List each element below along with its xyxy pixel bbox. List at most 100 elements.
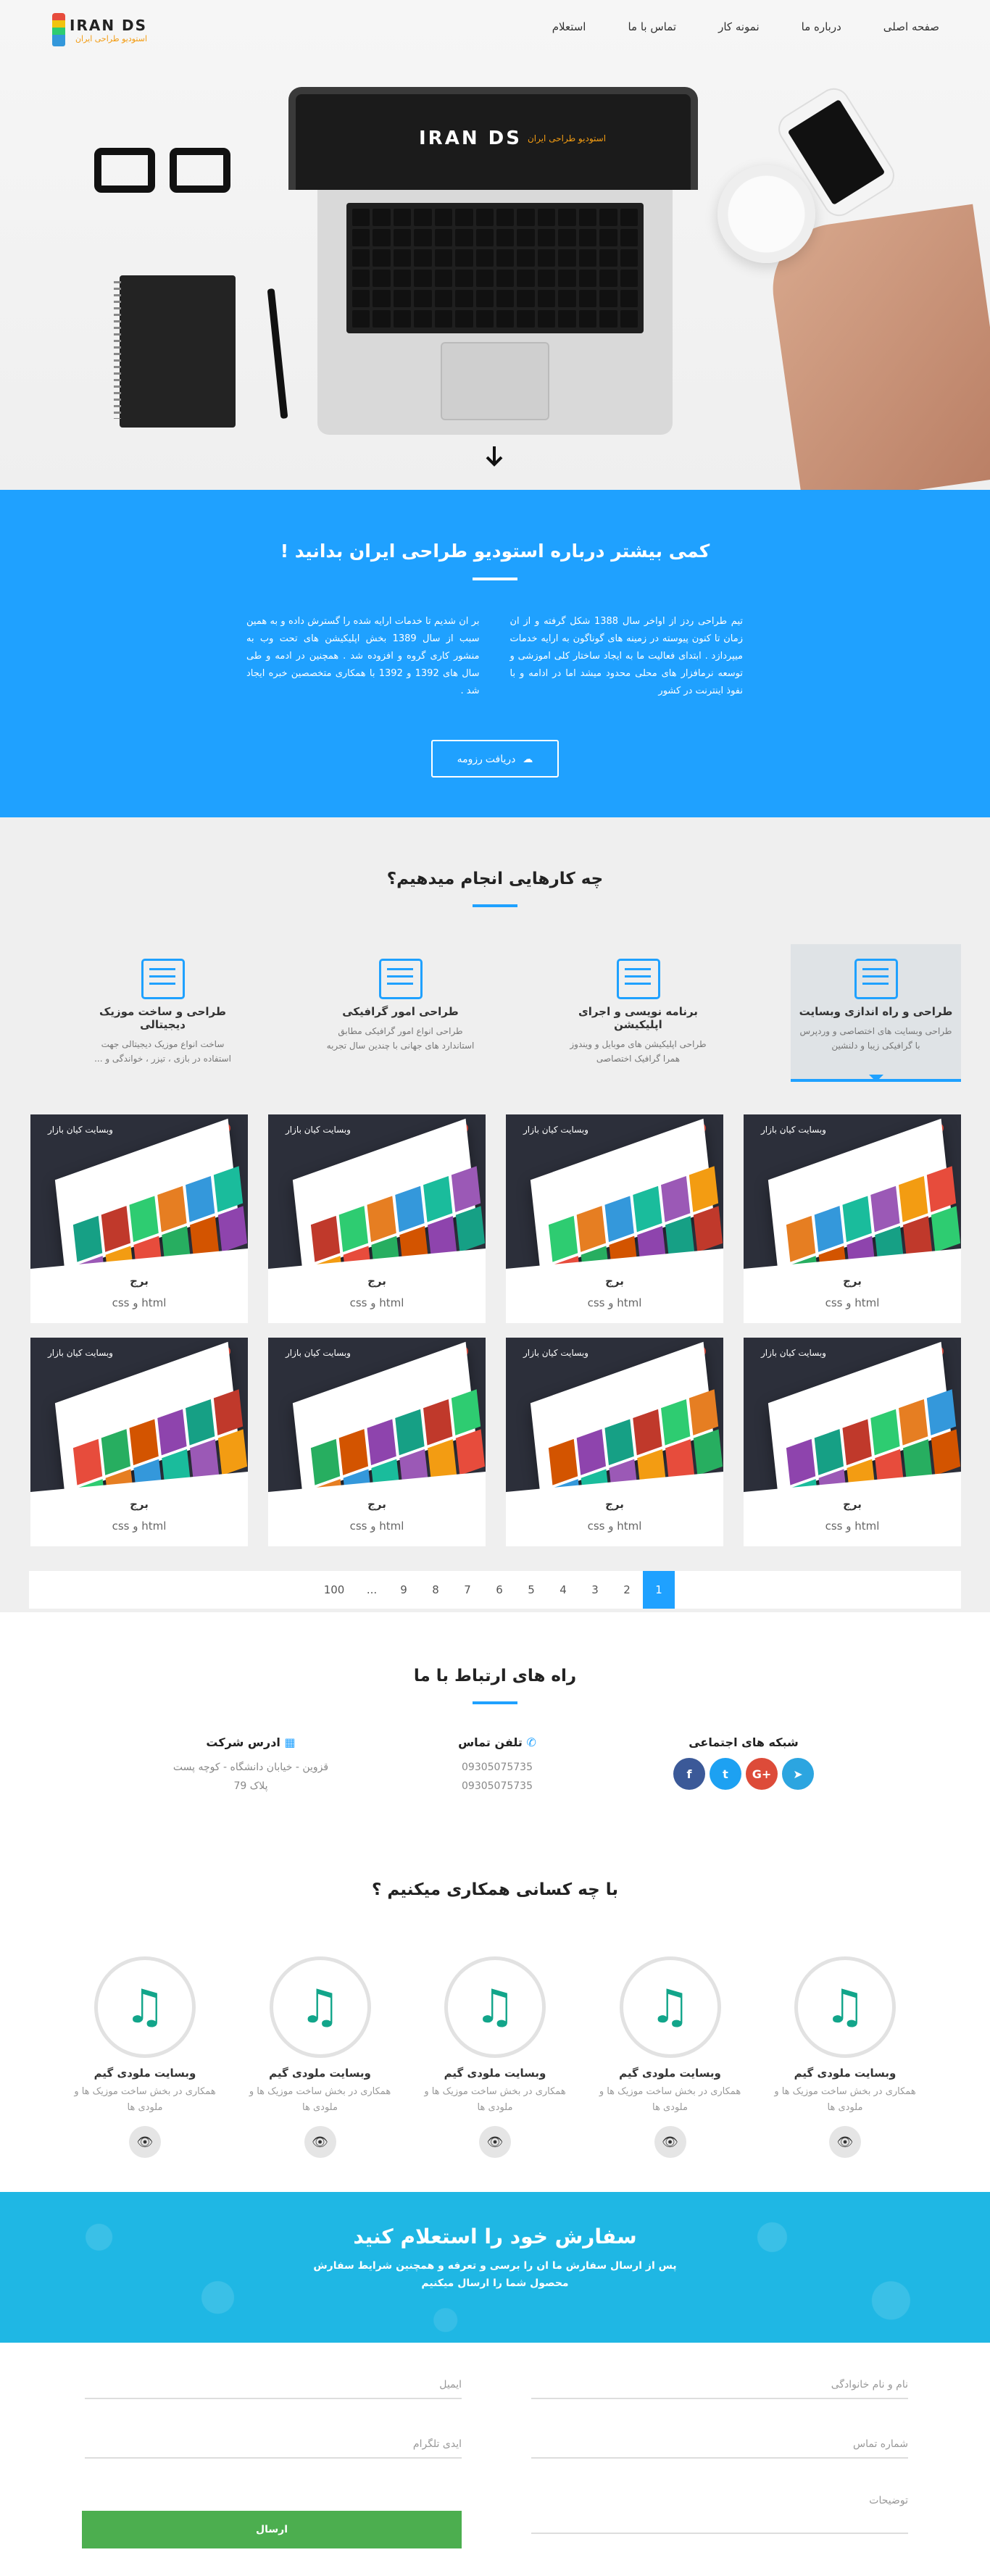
email-input[interactable] <box>85 2372 462 2398</box>
address-line: پلاک 79 <box>233 1780 268 1792</box>
glasses-image <box>94 143 236 194</box>
pagination: 1 2 3 4 5 6 7 8 9... 100 <box>29 1571 961 1609</box>
page-link[interactable]: 6 <box>483 1571 515 1609</box>
portfolio-tag: وبسایت کیان بازار <box>48 1125 113 1135</box>
download-resume-button[interactable]: ☁ دریافت رزومه <box>431 740 559 778</box>
eye-icon[interactable]: 👁 <box>304 2126 336 2158</box>
phone-number[interactable]: 09305075735 <box>417 1758 577 1777</box>
portfolio-card[interactable]: وبسایت کیان بازار برج html و css <box>744 1114 961 1323</box>
partner-card: ♫ وبسایت ملودی گیم همکاری در بخش ساخت مو… <box>248 1956 393 2158</box>
service-tab-desc: ساخت انواع موزیک دیجیتالی جهت استفاده در… <box>94 1039 231 1064</box>
music-note-icon: ♫ <box>794 1956 896 2058</box>
portfolio-card[interactable]: وبسایت کیان بازار برج html و css <box>30 1338 248 1546</box>
telegram-input[interactable] <box>85 2431 462 2457</box>
services-title: چه کارهایی انجام میدهیم؟ <box>386 870 604 888</box>
services-section: چه کارهایی انجام میدهیم؟ طراحی و راه اند… <box>0 817 990 1612</box>
portfolio-card[interactable]: وبسایت کیان بازار برج html و css <box>268 1338 486 1546</box>
eye-icon[interactable]: 👁 <box>479 2126 511 2158</box>
service-tab-web[interactable]: طراحی و راه اندازی وبسایت طراحی وبسایت ه… <box>791 944 961 1082</box>
portfolio-tech: html و css <box>825 1520 880 1533</box>
partner-desc: همکاری در بخش ساخت موزیک ها و ملودی ها <box>774 2086 916 2113</box>
page-link[interactable]: 4 <box>547 1571 579 1609</box>
title-underline <box>473 578 517 580</box>
service-tab-app[interactable]: برنامه نویسی و اجرای اپلیکیشن طراحی اپلی… <box>553 944 723 1082</box>
portfolio-tag: وبسایت کیان بازار <box>523 1348 588 1358</box>
contact-title: راه های ارتباط با ما <box>413 1667 577 1685</box>
description-input[interactable] <box>531 2488 908 2514</box>
page-link[interactable]: 9 <box>388 1571 420 1609</box>
screen-logo-title: IRAN DS <box>419 128 522 149</box>
about-text-right: تیم طراحی ردز از اواخر سال 1388 شکل گرفت… <box>509 616 744 696</box>
music-note-icon: ♫ <box>619 1956 721 2058</box>
page-link[interactable]: 8 <box>420 1571 452 1609</box>
portfolio-thumbnail: وبسایت کیان بازار <box>268 1338 486 1492</box>
social-links: f t G+ ➤ <box>664 1758 823 1790</box>
portfolio-card[interactable]: وبسایت کیان بازار برج html و css <box>268 1114 486 1323</box>
laptop-keyboard-image <box>317 190 673 435</box>
page-link[interactable]: 100 <box>312 1571 356 1609</box>
description-field <box>531 2488 908 2534</box>
contact-section: راه های ارتباط با ما شبکه های اجتماعی ft… <box>0 1612 990 1873</box>
eye-icon[interactable]: 👁 <box>654 2126 686 2158</box>
nav-portfolio[interactable]: نمونه کار <box>718 20 760 33</box>
service-tab-title: برنامه نویسی و اجرای اپلیکیشن <box>578 1005 698 1031</box>
nav-about[interactable]: درباره ما <box>802 20 841 33</box>
service-tab-title: طراحی و ساخت موزیک دیجیتالی <box>99 1005 226 1031</box>
portfolio-card[interactable]: وبسایت کیان بازار برج html و css <box>506 1338 723 1546</box>
phone-icon: ✆ <box>526 1735 536 1749</box>
telegram-icon[interactable]: ➤ <box>782 1758 814 1790</box>
nav-home[interactable]: صفحه اصلی <box>883 20 939 33</box>
portfolio-thumbnail: وبسایت کیان بازار <box>30 1338 248 1492</box>
phone-input[interactable] <box>531 2431 908 2457</box>
portfolio-thumbnail: وبسایت کیان بازار <box>744 1338 961 1492</box>
partner-name: وبسایت ملودی گیم <box>444 2067 546 2080</box>
partner-card: ♫ وبسایت ملودی گیم همکاری در بخش ساخت مو… <box>598 1956 743 2158</box>
portfolio-tech: html و css <box>825 1296 880 1309</box>
page-link[interactable]: 7 <box>452 1571 483 1609</box>
partner-name: وبسایت ملودی گیم <box>619 2067 721 2080</box>
service-tab-music[interactable]: طراحی و ساخت موزیک دیجیتالی ساخت انواع م… <box>78 944 248 1082</box>
portfolio-tech: html و css <box>349 1520 404 1533</box>
portfolio-card[interactable]: وبسایت کیان بازار برج html و css <box>506 1114 723 1323</box>
name-input[interactable] <box>531 2372 908 2398</box>
site-logo[interactable]: IRAN DS استودیو طراحی ایران <box>52 13 147 46</box>
portfolio-title: برج <box>130 1275 149 1288</box>
portfolio-card[interactable]: وبسایت کیان بازار برج html و css <box>30 1114 248 1323</box>
phone-number[interactable]: 09305075735 <box>417 1777 577 1796</box>
page-link[interactable]: 2 <box>611 1571 643 1609</box>
address-title: ادرس شرکت <box>206 1735 280 1749</box>
service-tab-desc: طراحی وبسایت های اختصاصی و وردپرس با گرا… <box>799 1026 952 1051</box>
phone-column: ✆ تلفن تماس 09305075735 09305075735 <box>417 1735 577 1796</box>
portfolio-tech: html و css <box>349 1296 404 1309</box>
partner-desc: همکاری در بخش ساخت موزیک ها و ملودی ها <box>74 2086 216 2113</box>
portfolio-title: برج <box>605 1275 624 1288</box>
arrow-down-icon[interactable] <box>484 445 504 472</box>
twitter-icon[interactable]: t <box>710 1758 741 1790</box>
address-column: ▦ ادرس شرکت قزوین - خیابان دانشگاه - کوچ… <box>164 1735 338 1796</box>
phone-title: تلفن تماس <box>458 1735 523 1749</box>
page-link[interactable]: 5 <box>515 1571 547 1609</box>
google-plus-icon[interactable]: G+ <box>746 1758 778 1790</box>
partner-desc: همکاری در بخش ساخت موزیک ها و ملودی ها <box>249 2086 391 2113</box>
coffee-cup-image <box>717 165 815 263</box>
devices-icon <box>854 959 898 999</box>
portfolio-tech: html و css <box>112 1296 167 1309</box>
title-underline <box>473 904 517 907</box>
service-tab-title: طراحی و راه اندازی وبسایت <box>799 1005 953 1018</box>
submit-button[interactable]: ارسال <box>82 2511 462 2548</box>
facebook-icon[interactable]: f <box>673 1758 705 1790</box>
nav-inquiry[interactable]: استعلام <box>552 20 586 33</box>
page-link[interactable]: 1 <box>643 1571 675 1609</box>
portfolio-tag: وبسایت کیان بازار <box>48 1348 113 1358</box>
nav-contact[interactable]: تماس با ما <box>628 20 676 33</box>
service-tab-graphic[interactable]: طراحی امور گرافیکی طراحی انواع امور گراف… <box>315 944 486 1082</box>
eye-icon[interactable]: 👁 <box>129 2126 161 2158</box>
inquiry-text: پس از ارسال سفارش ما ان را برسی و تعرفه … <box>313 2260 677 2272</box>
portfolio-card[interactable]: وبسایت کیان بازار برج html و css <box>744 1338 961 1546</box>
service-tab-desc: طراحی انواع امور گرافیکی مطابق استاندارد… <box>326 1026 475 1051</box>
cloud-download-icon: ☁ <box>523 752 533 764</box>
page-link[interactable]: 3 <box>579 1571 611 1609</box>
eye-icon[interactable]: 👁 <box>829 2126 861 2158</box>
logo-subtitle: استودیو طراحی ایران <box>75 33 148 43</box>
partners-title: با چه کسانی همکاری میکنیم ؟ <box>371 1880 618 1899</box>
